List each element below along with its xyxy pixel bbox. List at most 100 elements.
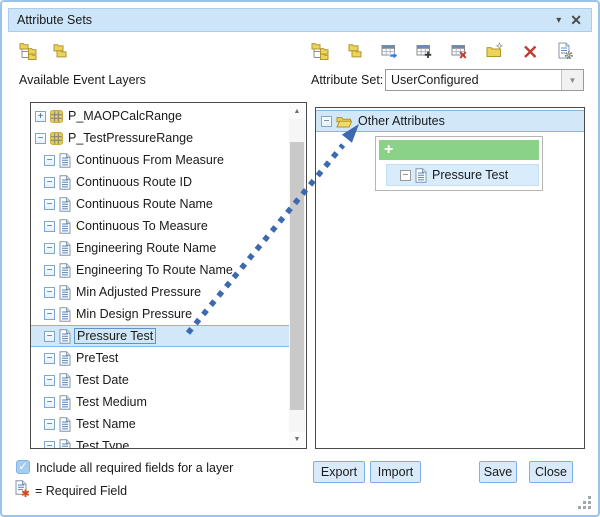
collapse-panel-icon[interactable]: ▾ [556, 15, 561, 26]
tree-item-label: Continuous Route Name [76, 197, 213, 211]
tree-item-label: P_TestPressureRange [68, 131, 193, 145]
scroll-up-icon[interactable]: ▲ [289, 104, 305, 119]
remove-icon [521, 42, 539, 60]
tree-item[interactable]: − Continuous Route Name [31, 193, 289, 215]
collapse-box[interactable]: − [44, 265, 55, 276]
tree-item-label: Engineering To Route Name [76, 263, 233, 277]
collapse-box[interactable]: − [44, 221, 55, 232]
table-add-icon [416, 42, 434, 60]
close-button[interactable]: Close [529, 461, 573, 483]
collapse-box[interactable]: − [44, 331, 55, 342]
collapse-box[interactable]: − [44, 155, 55, 166]
table-delete-button[interactable] [450, 41, 470, 61]
open-folder-icon [336, 115, 352, 128]
tree-item[interactable]: − Test Type [31, 435, 289, 449]
titlebar: Attribute Sets ▾ ✕ [8, 8, 592, 32]
collapse-box[interactable]: − [44, 441, 55, 450]
tree-item-label: Test Date [76, 373, 129, 387]
chevron-down-icon: ▼ [569, 76, 577, 85]
copy-folders-button[interactable] [345, 41, 365, 61]
tree-item[interactable]: − Min Design Pressure [31, 303, 289, 325]
tree-item[interactable]: − Test Medium [31, 391, 289, 413]
required-field-icon [15, 480, 29, 502]
attribute-set-label: Attribute Set: [311, 73, 383, 87]
include-required-fields-checkbox[interactable]: ✓ [16, 460, 30, 474]
collapse-box[interactable]: − [44, 375, 55, 386]
tree-item[interactable]: − Continuous From Measure [31, 149, 289, 171]
field-icon [59, 197, 71, 212]
field-icon [59, 439, 71, 450]
table-assign-icon [381, 42, 399, 60]
vertical-scrollbar[interactable]: ▲ ▼ [289, 104, 305, 447]
collapse-box[interactable]: − [44, 353, 55, 364]
collapse-box[interactable]: − [35, 133, 46, 144]
event-layer-icon [50, 132, 63, 145]
field-icon [59, 219, 71, 234]
dialog-title: Attribute Sets [9, 13, 92, 27]
properties-icon [556, 42, 574, 60]
collapse-box: − [400, 170, 411, 181]
resize-grip[interactable] [578, 496, 593, 511]
combobox-dropdown-button[interactable]: ▼ [561, 70, 583, 90]
drag-ghost-label: Pressure Test [432, 168, 508, 182]
field-icon [415, 168, 427, 183]
tree-item-label: Continuous To Measure [76, 219, 208, 233]
attribute-sets-dialog: Attribute Sets ▾ ✕ Available Event Layer… [0, 0, 600, 517]
copy-folders-button[interactable] [50, 41, 70, 61]
collapse-box[interactable]: − [44, 177, 55, 188]
field-icon [59, 285, 71, 300]
properties-button[interactable] [555, 41, 575, 61]
table-add-button[interactable] [415, 41, 435, 61]
field-icon [59, 351, 71, 366]
attribute-set-tree-button[interactable] [18, 41, 38, 61]
new-folder-button[interactable] [485, 41, 505, 61]
available-event-layers-listbox: + P_MAOPCalcRange − P_TestPressureRange … [30, 102, 307, 449]
attribute-set-value: UserConfigured [386, 70, 561, 90]
table-assign-button[interactable] [380, 41, 400, 61]
collapse-box[interactable]: − [44, 397, 55, 408]
expand-box[interactable]: + [35, 111, 46, 122]
tree-item[interactable]: − Test Name [31, 413, 289, 435]
tree-item-label: Pressure Test [74, 328, 156, 344]
field-icon [59, 329, 71, 344]
tree-item-label: P_MAOPCalcRange [68, 109, 182, 123]
remove-button[interactable] [520, 41, 540, 61]
copy-folders-icon [346, 42, 364, 60]
tree-item[interactable]: − P_TestPressureRange [31, 127, 289, 149]
tree-item[interactable]: − Engineering To Route Name [31, 259, 289, 281]
tree-item[interactable]: − Engineering Route Name [31, 237, 289, 259]
collapse-box[interactable]: − [44, 199, 55, 210]
tree-item[interactable]: − PreTest [31, 347, 289, 369]
import-button[interactable]: Import [370, 461, 421, 483]
tree-item[interactable]: + P_MAOPCalcRange [31, 105, 289, 127]
attribute-set-tree-button[interactable] [310, 41, 330, 61]
tree-item-other-attributes[interactable]: − Other Attributes [316, 110, 584, 132]
copy-folders-icon [51, 42, 69, 60]
close-icon[interactable]: ✕ [570, 12, 582, 29]
field-icon [59, 153, 71, 168]
attribute-set-tree-icon [19, 42, 37, 60]
tree-item[interactable]: − Min Adjusted Pressure [31, 281, 289, 303]
tree-item-label: Engineering Route Name [76, 241, 216, 255]
tree-item[interactable]: − Continuous To Measure [31, 215, 289, 237]
save-button[interactable]: Save [479, 461, 517, 483]
scroll-down-icon[interactable]: ▼ [289, 432, 305, 447]
collapse-box[interactable]: − [321, 116, 332, 127]
export-button[interactable]: Export [313, 461, 365, 483]
new-folder-icon [486, 42, 504, 60]
event-layer-icon [50, 110, 63, 123]
required-field-legend: = Required Field [35, 484, 127, 498]
tree-item[interactable]: − Continuous Route ID [31, 171, 289, 193]
tree-item-selected[interactable]: − Pressure Test [31, 325, 289, 347]
collapse-box[interactable]: − [44, 243, 55, 254]
collapse-box[interactable]: − [44, 419, 55, 430]
scrollbar-thumb[interactable] [290, 142, 304, 410]
attribute-set-combobox[interactable]: UserConfigured ▼ [385, 69, 584, 91]
collapse-box[interactable]: − [44, 309, 55, 320]
drag-ghost: + − Pressure Test [375, 136, 543, 191]
tree-item-label: Test Medium [76, 395, 147, 409]
field-icon [59, 175, 71, 190]
collapse-box[interactable]: − [44, 287, 55, 298]
tree-item[interactable]: − Test Date [31, 369, 289, 391]
field-icon [59, 417, 71, 432]
